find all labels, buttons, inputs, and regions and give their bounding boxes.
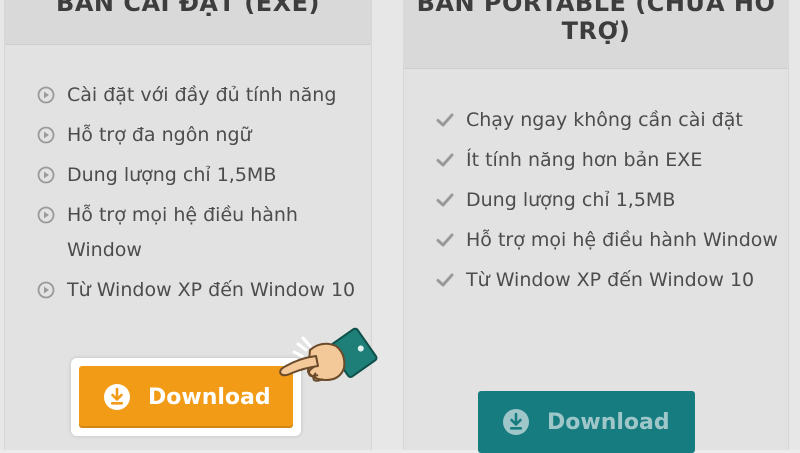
pointing-hand-icon [279, 327, 378, 382]
download-label: Download [148, 384, 271, 410]
play-circle-icon [37, 281, 55, 299]
download-exe-button[interactable]: Download [79, 366, 293, 428]
feature-item: Hỗ trợ đa ngôn ngữ [35, 118, 361, 153]
feature-text: Hỗ trợ mọi hệ điều hành Window [67, 204, 298, 261]
feature-text: Dung lượng chỉ 1,5MB [67, 164, 277, 186]
feature-item: Hỗ trợ mọi hệ điều hành Window [35, 198, 361, 268]
feature-item: Cài đặt với đầy đủ tính năng [35, 78, 361, 113]
panel-header: BẢN CÀI ĐẶT (EXE) [5, 0, 371, 45]
feature-item: Dung lượng chỉ 1,5MB [434, 183, 778, 218]
feature-item: Từ Window XP đến Window 10 [434, 263, 778, 298]
download-portable-button[interactable]: Download [478, 391, 695, 453]
check-icon [436, 113, 454, 127]
feature-text: Chạy ngay không cần cài đặt [466, 109, 743, 131]
feature-item: Dung lượng chỉ 1,5MB [35, 158, 361, 193]
panel-title: BẢN PORTABLE (CHƯA HỖ TRỢ) [416, 0, 776, 45]
feature-text: Từ Window XP đến Window 10 [67, 279, 356, 301]
feature-item: Ít tính năng hơn bản EXE [434, 143, 778, 178]
feature-text: Dung lượng chỉ 1,5MB [466, 189, 676, 211]
panel-title: BẢN CÀI ĐẶT (EXE) [56, 0, 320, 17]
portable-panel: BẢN PORTABLE (CHƯA HỖ TRỢ) Chạy ngay khô… [403, 0, 789, 450]
check-icon [436, 193, 454, 207]
check-icon [436, 233, 454, 247]
play-circle-icon [37, 206, 55, 224]
feature-text: Từ Window XP đến Window 10 [466, 269, 755, 291]
feature-list: Cài đặt với đầy đủ tính năng Hỗ trợ đa n… [35, 78, 361, 313]
play-circle-icon [37, 126, 55, 144]
feature-item: Từ Window XP đến Window 10 [35, 273, 361, 308]
check-icon [436, 273, 454, 287]
panel-header: BẢN PORTABLE (CHƯA HỖ TRỢ) [404, 0, 788, 69]
feature-item: Chạy ngay không cần cài đặt [434, 103, 778, 138]
feature-text: Hỗ trợ đa ngôn ngữ [67, 124, 252, 146]
check-icon [436, 153, 454, 167]
feature-text: Ít tính năng hơn bản EXE [466, 149, 703, 171]
play-circle-icon [37, 166, 55, 184]
feature-text: Cài đặt với đầy đủ tính năng [67, 84, 337, 106]
download-label: Download [547, 409, 670, 435]
download-icon [503, 409, 529, 435]
play-circle-icon [37, 86, 55, 104]
feature-text: Hỗ trợ mọi hệ điều hành Window [466, 229, 778, 251]
feature-item: Hỗ trợ mọi hệ điều hành Window [434, 223, 778, 258]
feature-list: Chạy ngay không cần cài đặt Ít tính năng… [434, 103, 778, 303]
download-icon [104, 384, 130, 410]
